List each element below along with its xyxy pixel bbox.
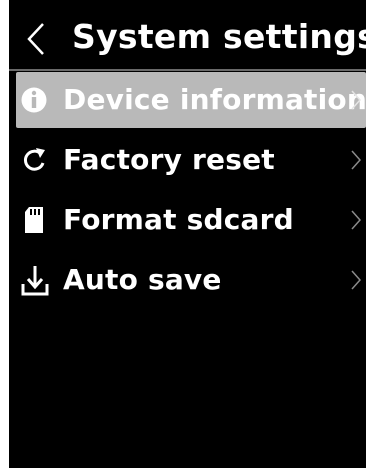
menu-item-factory-reset[interactable]: Factory reset	[9, 132, 366, 188]
sdcard-icon	[21, 204, 47, 236]
page-title: System settings	[72, 17, 366, 56]
menu-item-auto-save[interactable]: Auto save	[9, 252, 366, 308]
header: System settings	[9, 0, 366, 68]
chevron-right-icon	[350, 268, 362, 292]
menu-item-device-information[interactable]: Device information	[16, 72, 366, 128]
chevron-right-icon	[350, 88, 362, 112]
info-icon	[21, 84, 47, 116]
menu-item-label: Format sdcard	[63, 203, 294, 236]
menu-item-format-sdcard[interactable]: Format sdcard	[9, 192, 366, 248]
chevron-left-icon	[27, 23, 44, 55]
header-divider	[9, 69, 366, 71]
refresh-icon	[21, 144, 47, 176]
menu-item-label: Factory reset	[63, 143, 275, 176]
menu-item-label: Device information	[63, 83, 366, 116]
download-icon	[21, 264, 49, 296]
back-button[interactable]	[23, 20, 51, 58]
device-screen: System settings Device information Facto…	[9, 0, 366, 468]
menu-item-label: Auto save	[63, 263, 222, 296]
chevron-right-icon	[350, 148, 362, 172]
chevron-right-icon	[350, 208, 362, 232]
